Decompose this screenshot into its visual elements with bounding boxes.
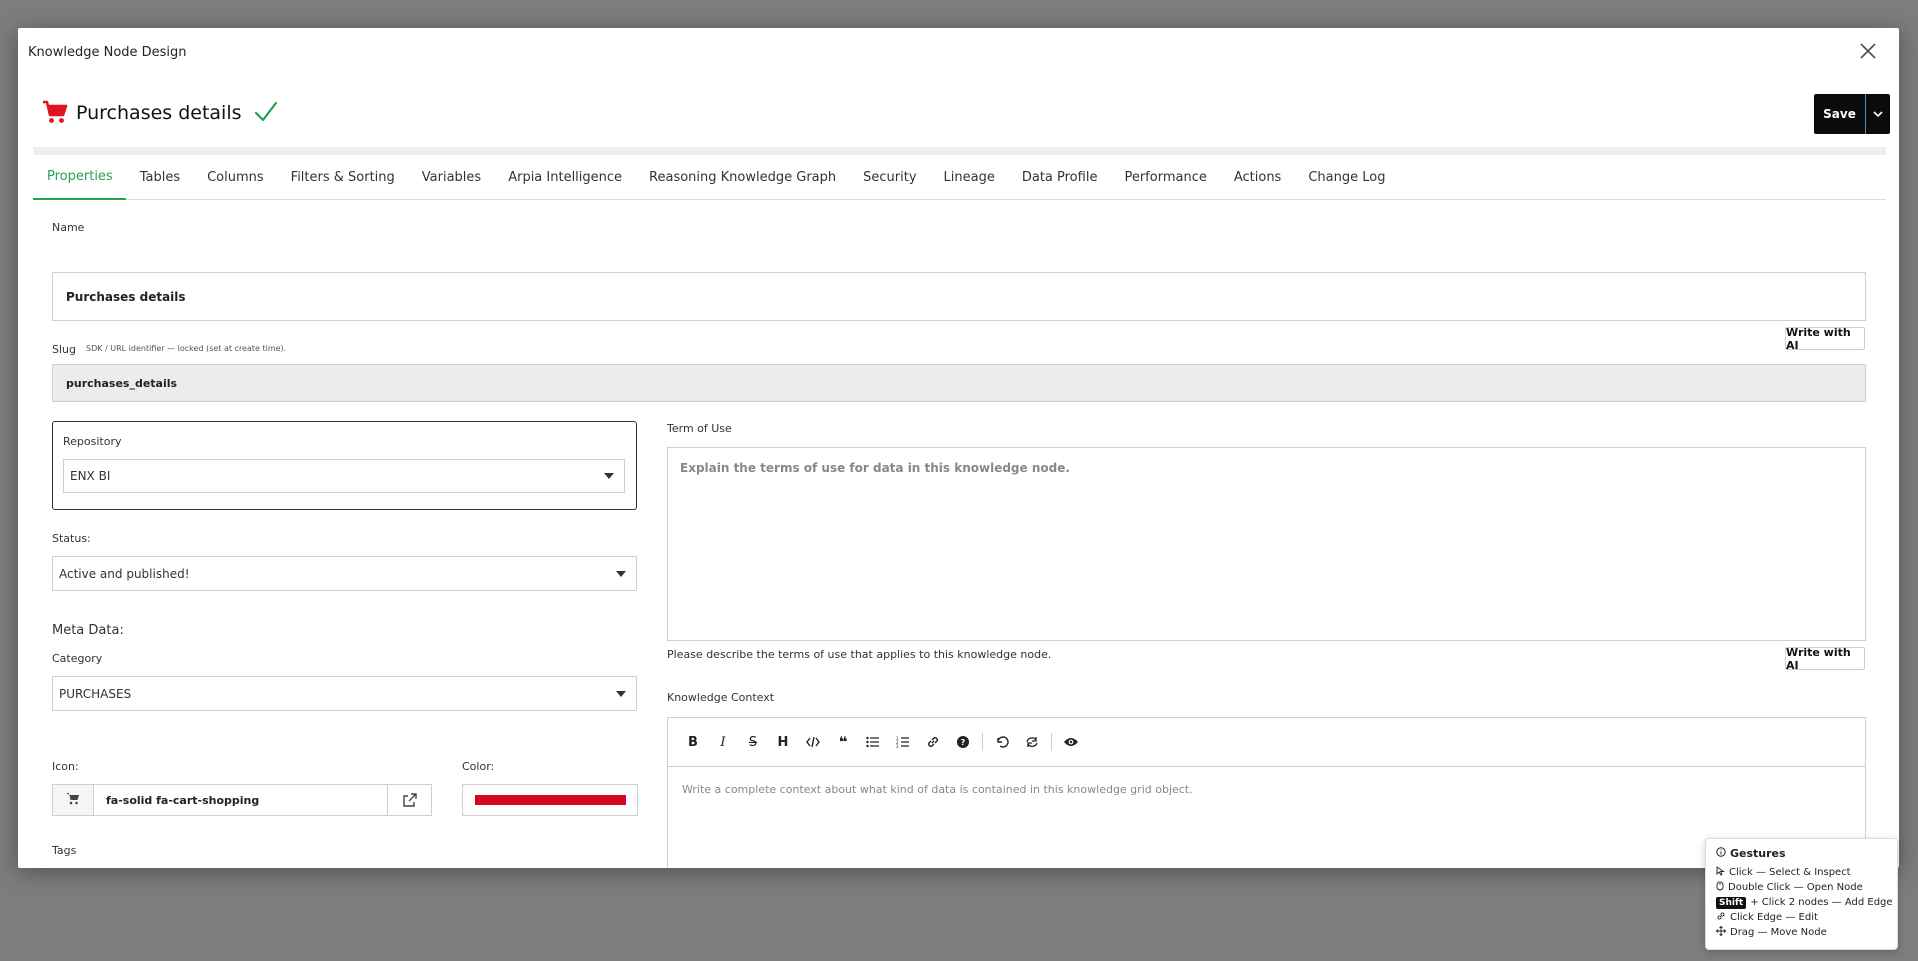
move-icon [1715,925,1727,939]
caret-down-icon [616,690,626,697]
close-icon[interactable] [1853,36,1883,66]
external-link-icon[interactable] [387,784,432,816]
color-label: Color: [462,760,495,773]
meta-data-heading: Meta Data: [52,623,124,638]
content-area: Purchases details Save Properties Tables… [33,83,1890,868]
shift-key: Shift [1716,896,1747,909]
italic-icon[interactable]: I [712,731,734,753]
tab-columns[interactable]: Columns [193,155,277,200]
tab-properties[interactable]: Properties [33,155,126,200]
gestures-title: Gestures [1716,847,1887,860]
knowledge-node-design-modal: Knowledge Node Design Purchases details … [18,28,1899,868]
node-header: Purchases details Save [33,83,1890,147]
heading-icon[interactable]: H [772,731,794,753]
bullet-list-icon[interactable] [862,731,884,753]
tab-performance[interactable]: Performance [1110,155,1219,200]
tab-security[interactable]: Security [849,155,929,200]
tab-actions[interactable]: Actions [1220,155,1295,200]
numbered-list-icon[interactable]: 123 [892,731,914,753]
category-select[interactable]: PURCHASES [52,676,637,711]
gesture-row: Shift + Click 2 nodes — Add Edge [1716,895,1893,910]
context-placeholder: Write a complete context about what kind… [682,783,1193,796]
repository-value: ENX BI [70,469,111,483]
code-icon[interactable] [802,731,824,753]
icon-class-input[interactable]: fa-solid fa-cart-shopping [93,784,388,816]
repository-select[interactable]: ENX BI [63,459,625,493]
link-icon[interactable] [922,731,944,753]
tab-arpia-intelligence[interactable]: Arpia Intelligence [494,155,635,200]
mouse-icon [1716,881,1724,894]
caret-down-icon [616,570,626,577]
toolbar-separator [1051,733,1052,751]
properties-panel: Properties Tables Columns Filters & Sort… [33,155,1886,868]
tab-lineage[interactable]: Lineage [930,155,1008,200]
terms-help: Please describe the terms of use that ap… [667,648,1052,661]
slug-label: Slug [52,343,76,356]
link-icon [1716,911,1726,924]
info-icon [1716,847,1726,860]
write-with-ai-button-name[interactable]: Write with AI [1785,326,1865,352]
tab-bar: Properties Tables Columns Filters & Sort… [33,155,1886,200]
gesture-row: Click — Select & Inspect [1716,865,1887,880]
category-value: PURCHASES [59,686,132,701]
tab-filters-sorting[interactable]: Filters & Sorting [277,155,408,200]
gesture-row: Click Edge — Edit [1716,910,1887,925]
pointer-icon [1716,866,1725,879]
svg-text:3: 3 [896,744,899,748]
status-value: Active and published! [59,566,190,581]
terms-textarea[interactable]: Explain the terms of use for data in thi… [667,447,1866,641]
check-icon [253,99,279,125]
context-editor[interactable]: Write a complete context about what kind… [667,766,1866,868]
category-label: Category [52,652,103,665]
page-title: Purchases details [76,102,242,124]
chevron-down-icon[interactable] [1866,94,1890,134]
tab-tables[interactable]: Tables [126,155,193,200]
help-icon[interactable]: ? [952,731,974,753]
bold-icon[interactable]: B [682,731,704,753]
redo-icon[interactable] [1021,731,1043,753]
preview-icon[interactable] [1060,731,1082,753]
tab-change-log[interactable]: Change Log [1294,155,1398,200]
terms-label: Term of Use [667,422,732,435]
icon-label: Icon: [52,760,79,773]
save-button-group: Save [1814,94,1890,134]
name-label: Name [52,221,85,234]
cart-icon [41,98,69,126]
cart-icon [66,792,80,808]
terms-placeholder: Explain the terms of use for data in thi… [680,461,1070,475]
gesture-row: Double Click — Open Node [1716,880,1887,895]
tab-reasoning-knowledge-graph[interactable]: Reasoning Knowledge Graph [635,155,849,200]
repository-label: Repository [63,435,122,448]
tab-data-profile[interactable]: Data Profile [1008,155,1111,200]
undo-icon[interactable] [991,731,1013,753]
modal-title: Knowledge Node Design [28,45,187,60]
context-label: Knowledge Context [667,691,775,704]
strikethrough-icon[interactable]: S [742,731,764,753]
save-button[interactable]: Save [1814,94,1865,134]
slug-hint: SDK / URL identifier — locked (set at cr… [86,344,287,353]
tags-label: Tags [52,844,77,857]
svg-text:?: ? [961,738,966,747]
color-picker[interactable] [462,784,638,816]
color-swatch [474,795,626,805]
toolbar-separator [982,733,983,751]
gesture-row: Drag — Move Node [1715,925,1887,940]
quote-icon[interactable]: ❝ [832,731,854,753]
gestures-panel: Gestures Click — Select & Inspect Double… [1705,838,1898,950]
status-select[interactable]: Active and published! [52,556,637,591]
tab-variables[interactable]: Variables [408,155,494,200]
caret-down-icon [604,473,614,479]
status-label: Status: [52,532,91,545]
name-field[interactable]: Purchases details [52,272,1866,321]
icon-preview [52,784,94,816]
editor-toolbar: B I S H ❝ 123 ? [667,717,1866,767]
write-with-ai-button-terms[interactable]: Write with AI [1785,646,1865,672]
slug-field: purchases_details [52,364,1866,402]
